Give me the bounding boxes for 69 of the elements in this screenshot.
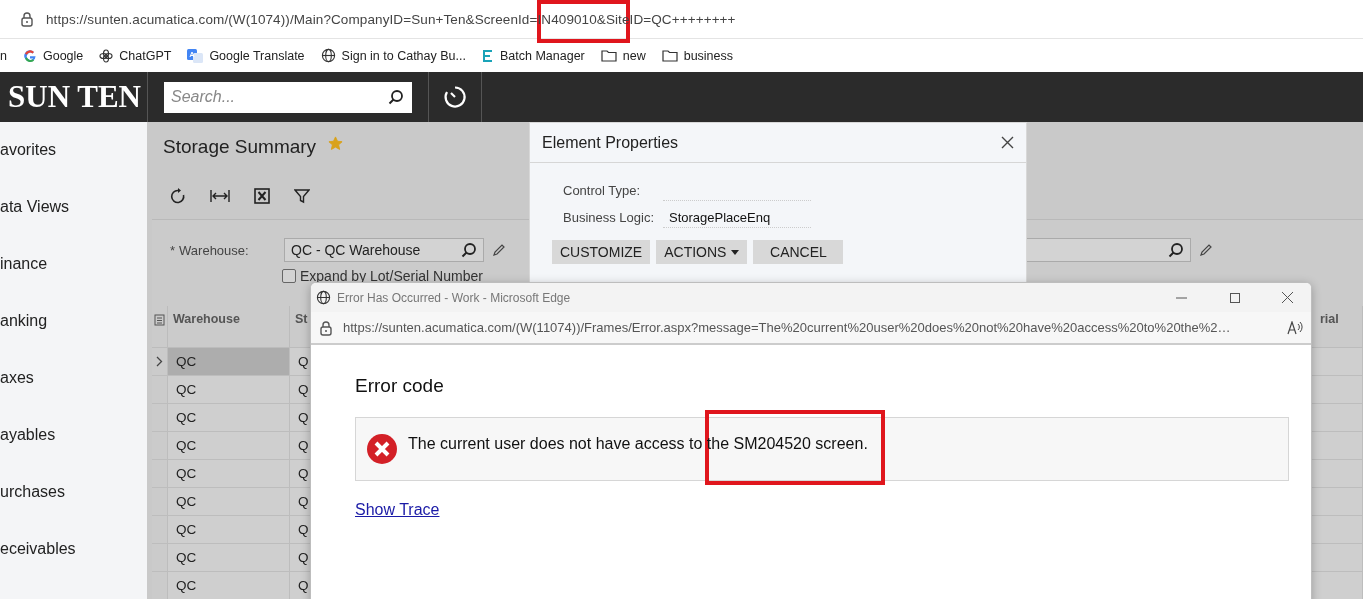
bookmark-link[interactable]: business bbox=[661, 48, 734, 63]
caret-icon bbox=[731, 249, 740, 255]
dialog-title: Element Properties bbox=[542, 133, 679, 152]
window-title: Error Has Occurred - Work - Microsoft Edge bbox=[337, 290, 572, 305]
bookmark-link[interactable]: Batch Manager bbox=[481, 48, 585, 63]
refresh-icon[interactable] bbox=[170, 187, 186, 204]
translate-icon bbox=[187, 48, 204, 63]
error-icon bbox=[366, 433, 398, 465]
bookmark-link[interactable]: Google bbox=[22, 48, 84, 63]
pencil-icon[interactable] bbox=[492, 243, 506, 257]
folder-icon bbox=[600, 49, 617, 62]
bookmark-link[interactable]: new bbox=[600, 48, 646, 63]
globe-icon bbox=[320, 48, 336, 63]
filter-icon[interactable] bbox=[294, 187, 310, 204]
table-cell: QC bbox=[168, 488, 290, 516]
maximize-icon[interactable] bbox=[1229, 292, 1240, 303]
dialog-button[interactable]: CANCEL bbox=[753, 240, 844, 264]
lookup-icon[interactable] bbox=[461, 242, 477, 258]
table-cell: QC bbox=[168, 348, 290, 376]
property-label: Business Logic: bbox=[563, 210, 656, 225]
lookup-icon[interactable] bbox=[1168, 242, 1184, 258]
pencil-icon[interactable] bbox=[1199, 243, 1213, 257]
sidebar-item[interactable]: avorites bbox=[0, 139, 147, 161]
warehouse-field[interactable]: QC - QC Warehouse bbox=[284, 238, 484, 262]
flower-knot-icon bbox=[99, 48, 114, 63]
star-icon[interactable] bbox=[328, 135, 344, 151]
property-value: StoragePlaceEnq bbox=[663, 207, 811, 228]
sidebar-item[interactable]: ayables bbox=[0, 424, 147, 446]
table-cell: QC bbox=[168, 572, 290, 599]
globe-icon bbox=[316, 290, 331, 305]
table-cell: QC bbox=[168, 432, 290, 460]
sidebar-item[interactable]: urchases bbox=[0, 481, 147, 503]
history-icon[interactable] bbox=[443, 85, 467, 109]
read-aloud-icon[interactable] bbox=[1287, 320, 1303, 335]
sidebar-item[interactable]: ata Views bbox=[0, 196, 147, 218]
bookmark-link[interactable]: Google Translate bbox=[187, 48, 305, 63]
stacked-bars-icon bbox=[481, 48, 494, 63]
table-cell: QC bbox=[168, 376, 290, 404]
table-cell: QC bbox=[168, 516, 290, 544]
column-settings-icon[interactable] bbox=[154, 314, 165, 326]
dialog-button[interactable]: ACTIONS bbox=[656, 240, 748, 264]
folder-icon bbox=[661, 49, 678, 62]
table-cell: QC bbox=[168, 460, 290, 488]
bookmark-link[interactable]: Sign in to Cathay Bu... bbox=[320, 48, 466, 63]
close-icon[interactable] bbox=[1001, 136, 1014, 149]
sidebar-item[interactable]: eceivables bbox=[0, 538, 147, 560]
excel-icon[interactable] bbox=[254, 187, 270, 204]
sidebar-item[interactable]: axes bbox=[0, 367, 147, 389]
lock-icon bbox=[319, 319, 333, 336]
sidebar-item[interactable]: inance bbox=[0, 253, 147, 275]
fit-width-icon[interactable] bbox=[210, 188, 230, 203]
show-trace-link[interactable]: Show Trace bbox=[355, 501, 440, 519]
dialog-button[interactable]: CUSTOMIZE bbox=[552, 240, 651, 264]
lock-icon bbox=[20, 11, 34, 27]
error-heading: Error code bbox=[355, 375, 445, 397]
search-icon[interactable] bbox=[388, 88, 404, 105]
warehouse-label: Warehouse: bbox=[179, 242, 249, 258]
property-label: Control Type: bbox=[563, 183, 642, 198]
search-field[interactable]: Search... bbox=[164, 81, 412, 113]
required-asterisk: * bbox=[170, 242, 176, 258]
input-field[interactable] bbox=[1026, 238, 1191, 262]
table-cell: QC bbox=[168, 404, 290, 432]
google-icon bbox=[22, 48, 37, 63]
bookmark-link[interactable]: ChatGPT bbox=[99, 48, 172, 63]
bookmark-link[interactable]: n bbox=[0, 48, 7, 63]
sidebar-item[interactable]: anking bbox=[0, 310, 147, 332]
page-title: Storage Summary bbox=[163, 136, 317, 158]
close-icon[interactable] bbox=[1282, 292, 1293, 303]
table-cell: QC bbox=[168, 544, 290, 572]
